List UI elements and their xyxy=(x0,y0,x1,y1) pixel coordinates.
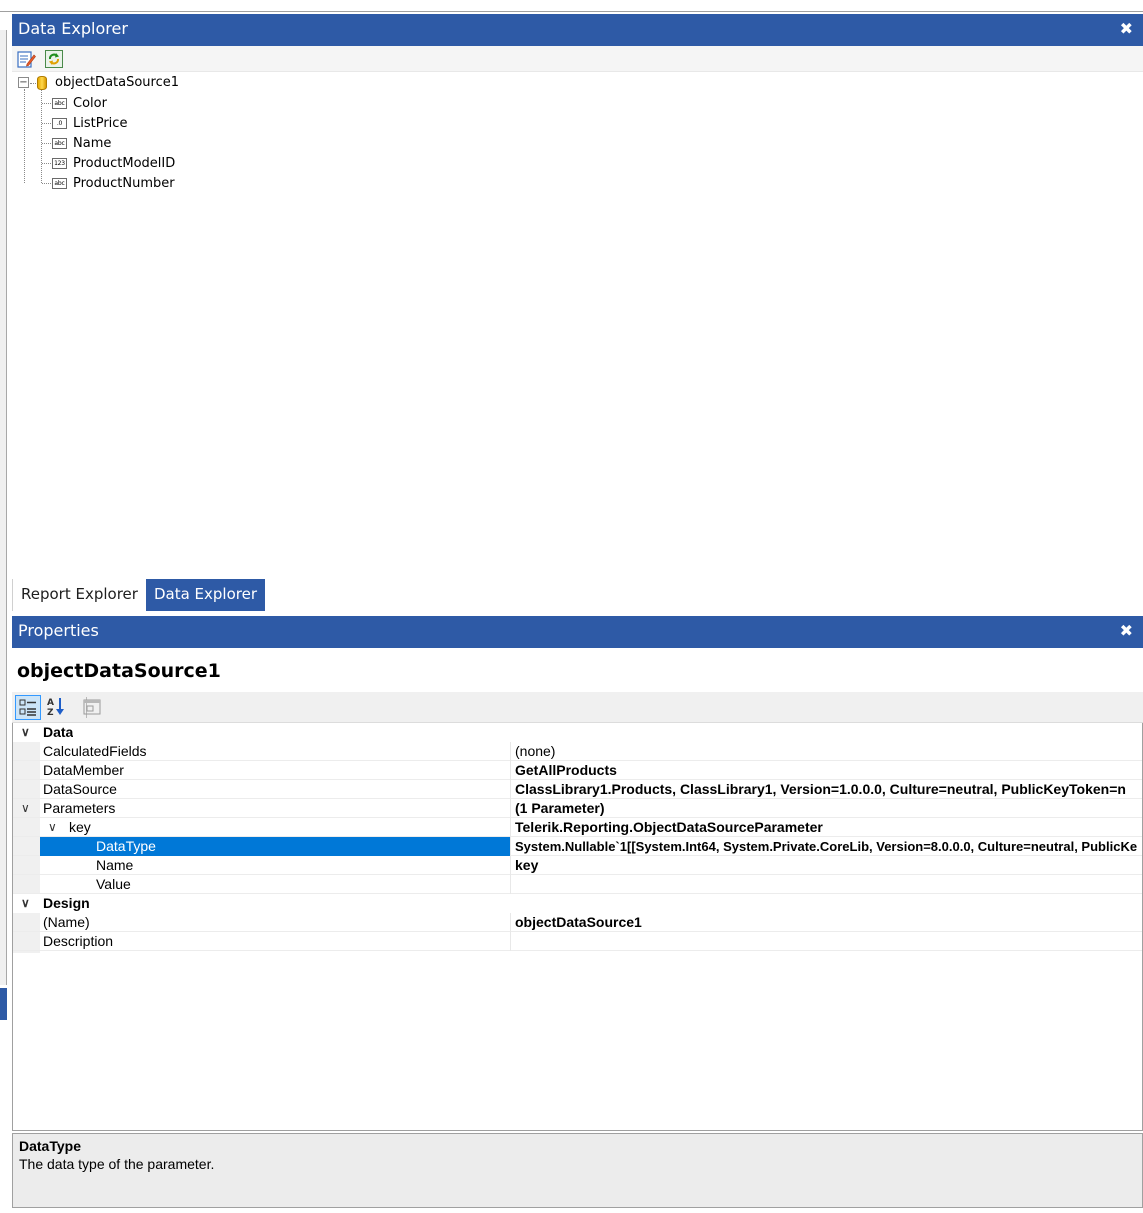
chevron-down-icon[interactable]: ∨ xyxy=(21,799,33,818)
tree-root-label: objectDataSource1 xyxy=(55,75,180,90)
property-row[interactable]: DataMember GetAllProducts xyxy=(13,761,1142,780)
property-pages-icon[interactable] xyxy=(80,695,106,720)
property-name: CalculatedFields xyxy=(43,743,147,759)
property-description-panel: DataType The data type of the parameter. xyxy=(12,1133,1143,1208)
tree-field-label: Name xyxy=(73,135,112,151)
tree-field-label: Color xyxy=(73,95,107,111)
category-label: Design xyxy=(43,895,90,911)
tree-field-label: ProductNumber xyxy=(73,175,175,191)
collapse-icon[interactable]: − xyxy=(18,77,29,88)
property-value[interactable]: key xyxy=(510,856,1142,875)
selected-object-name: objectDataSource1 xyxy=(17,660,221,682)
properties-toolbar: A Z xyxy=(12,692,1143,723)
alphabetical-sort-icon[interactable]: A Z xyxy=(44,695,70,720)
property-value[interactable] xyxy=(510,932,1142,951)
left-dock-tab[interactable] xyxy=(0,988,7,1020)
data-source-tree: − objectDataSource1 abc Color .0 ListPri… xyxy=(12,72,1143,577)
property-value[interactable]: Telerik.Reporting.ObjectDataSourceParame… xyxy=(510,818,1142,837)
property-name: (Name) xyxy=(43,914,90,930)
properties-title: Properties xyxy=(18,621,99,640)
tree-field-label: ProductModelID xyxy=(73,155,176,171)
property-name: DataSource xyxy=(43,781,117,797)
refresh-icon[interactable] xyxy=(44,49,64,69)
tree-field-color[interactable]: abc Color xyxy=(42,93,107,113)
tree-field-productnumber[interactable]: abc ProductNumber xyxy=(42,173,175,193)
tab-data-explorer[interactable]: Data Explorer xyxy=(145,579,265,611)
data-explorer-toolbar xyxy=(12,46,1143,72)
tree-connector xyxy=(24,89,25,183)
data-explorer-header: Data Explorer ✖ xyxy=(12,14,1143,46)
tree-field-name[interactable]: abc Name xyxy=(42,133,111,153)
properties-header: Properties ✖ xyxy=(12,616,1143,648)
category-design[interactable]: ∨ Design xyxy=(13,894,1142,913)
property-row[interactable]: (Name) objectDataSource1 xyxy=(13,913,1142,932)
description-text: The data type of the parameter. xyxy=(19,1156,215,1172)
tree-field-listprice[interactable]: .0 ListPrice xyxy=(42,113,127,133)
categorized-icon[interactable] xyxy=(15,695,41,720)
property-row-datatype[interactable]: DataType System.Nullable`1[[System.Int64… xyxy=(13,837,1142,856)
tab-report-explorer[interactable]: Report Explorer xyxy=(12,579,146,611)
property-name: DataMember xyxy=(43,762,124,778)
text-field-icon: abc xyxy=(52,177,67,189)
category-label: Data xyxy=(43,724,74,740)
property-value[interactable]: ClassLibrary1.Products, ClassLibrary1, V… xyxy=(510,780,1142,799)
property-name: Name xyxy=(96,857,134,873)
property-grid: ∨ Data CalculatedFields (none) DataMembe… xyxy=(12,723,1143,1131)
svg-text:A: A xyxy=(47,698,54,708)
property-row-parameters[interactable]: ∨ Parameters (1 Parameter) xyxy=(13,799,1142,818)
data-explorer-title: Data Explorer xyxy=(18,19,128,38)
tree-field-label: ListPrice xyxy=(73,115,128,131)
category-data[interactable]: ∨ Data xyxy=(13,723,1142,742)
description-title: DataType xyxy=(19,1138,81,1154)
svg-text:Z: Z xyxy=(47,708,54,718)
edit-datasource-icon[interactable] xyxy=(16,49,36,69)
property-value[interactable] xyxy=(510,875,1142,894)
decimal-field-icon: .0 xyxy=(52,117,67,129)
left-dock-strip xyxy=(0,30,7,985)
chevron-down-icon[interactable]: ∨ xyxy=(21,723,33,742)
chevron-down-icon[interactable]: ∨ xyxy=(21,894,33,913)
property-value[interactable]: (1 Parameter) xyxy=(510,799,1142,818)
property-row[interactable]: DataSource ClassLibrary1.Products, Class… xyxy=(13,780,1142,799)
property-name: Description xyxy=(43,933,114,949)
property-name: Value xyxy=(96,876,131,892)
text-field-icon: abc xyxy=(52,97,67,109)
property-row[interactable]: Value xyxy=(13,875,1142,894)
top-divider xyxy=(0,11,1143,12)
property-row-key[interactable]: ∨ key Telerik.Reporting.ObjectDataSource… xyxy=(13,818,1142,837)
property-row[interactable]: Name key xyxy=(13,856,1142,875)
property-name: key xyxy=(69,819,91,835)
tree-field-productmodelid[interactable]: 123 ProductModelID xyxy=(42,153,175,173)
chevron-down-icon[interactable]: ∨ xyxy=(48,818,57,837)
property-row[interactable]: Description xyxy=(13,932,1142,951)
property-value[interactable]: (none) xyxy=(510,742,1142,761)
properties-close-icon[interactable]: ✖ xyxy=(1120,621,1133,640)
text-field-icon: abc xyxy=(52,137,67,149)
database-icon xyxy=(37,76,47,90)
explorer-tabs: Report Explorer Data Explorer xyxy=(12,579,265,611)
data-explorer-close-icon[interactable]: ✖ xyxy=(1120,19,1133,38)
property-row[interactable]: CalculatedFields (none) xyxy=(13,742,1142,761)
property-value[interactable]: objectDataSource1 xyxy=(510,913,1142,932)
property-name: Parameters xyxy=(43,800,116,816)
integer-field-icon: 123 xyxy=(52,157,67,169)
property-name: DataType xyxy=(96,838,156,854)
property-value[interactable]: GetAllProducts xyxy=(510,761,1142,780)
property-value[interactable]: System.Nullable`1[[System.Int64, System.… xyxy=(510,837,1142,856)
